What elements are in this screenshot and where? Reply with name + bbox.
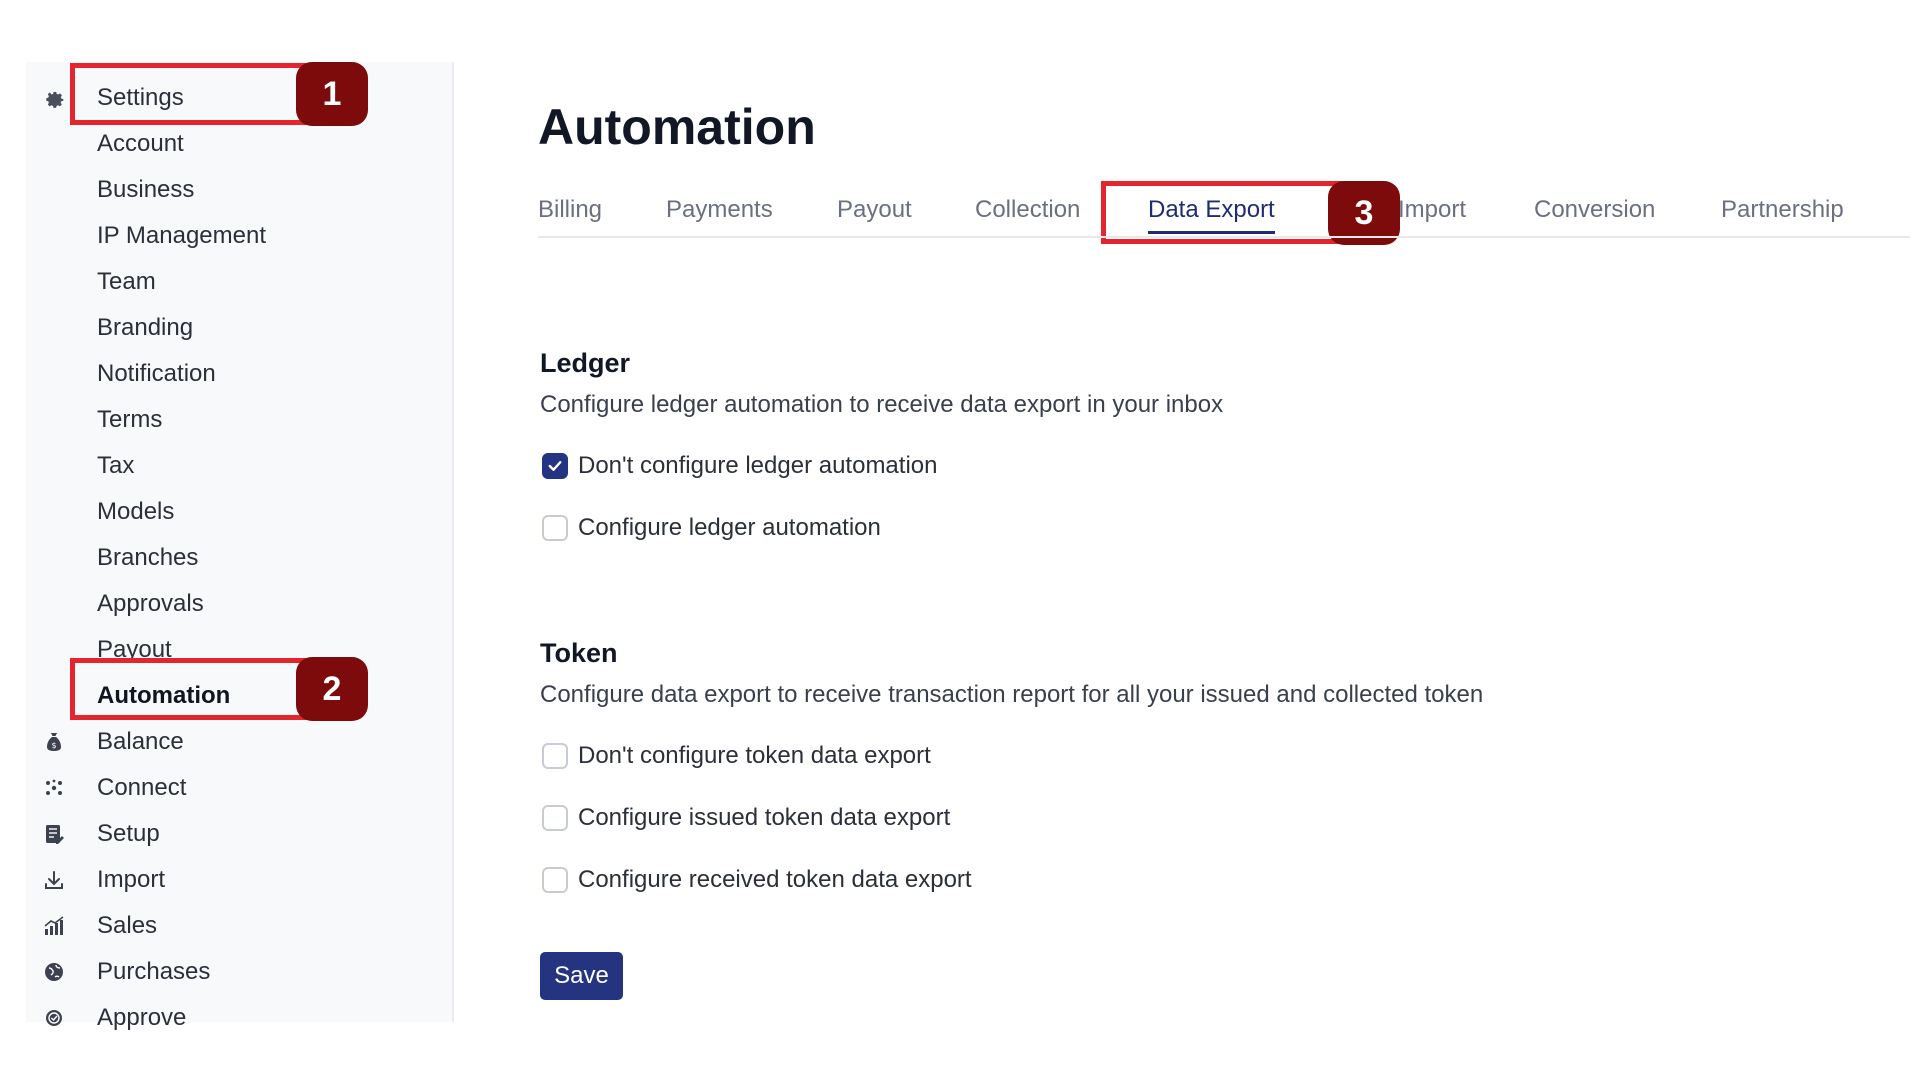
sidebar-item-label: Balance	[97, 728, 184, 755]
gear-icon	[40, 84, 68, 112]
sidebar-item-branding[interactable]: Branding	[26, 306, 446, 350]
annotation-badge-1: 1	[296, 62, 368, 126]
option-label: Configure received token data export	[578, 866, 972, 893]
sidebar-item-setup[interactable]: Setup	[26, 812, 446, 856]
save-button[interactable]: Save	[540, 952, 623, 1000]
sidebar-item-label: Approve	[97, 1004, 187, 1031]
ledger-option-dont-configure[interactable]: Don't configure ledger automation	[542, 450, 937, 482]
checkmark-icon	[548, 461, 562, 471]
sidebar-item-connect[interactable]: Connect	[26, 766, 446, 810]
option-label: Configure issued token data export	[578, 804, 951, 831]
tab-billing[interactable]: Billing	[538, 196, 602, 224]
sidebar-item-label: Import	[97, 866, 166, 893]
token-section-description: Configure data export to receive transac…	[540, 681, 1484, 708]
tab-bar: Billing Payments Payout Collection Data …	[538, 188, 1910, 238]
tab-partnership[interactable]: Partnership	[1721, 196, 1844, 224]
page-title: Automation	[538, 99, 816, 155]
setup-icon	[40, 820, 68, 848]
sidebar-item-label: Account	[97, 130, 184, 157]
tab-data-export[interactable]: Data Export	[1148, 196, 1275, 234]
tab-payments[interactable]: Payments	[666, 196, 773, 224]
sidebar-item-label: Branches	[97, 544, 199, 571]
download-icon	[40, 866, 68, 894]
option-label: Configure ledger automation	[578, 514, 881, 541]
token-section-title: Token	[540, 638, 618, 668]
sidebar-item-label: Setup	[97, 820, 160, 847]
token-option-issued[interactable]: Configure issued token data export	[542, 802, 950, 834]
sidebar-item-label: Sales	[97, 912, 158, 939]
sidebar-item-label: Models	[97, 498, 175, 525]
tab-payout[interactable]: Payout	[837, 196, 912, 224]
sidebar-item-label: Connect	[97, 774, 187, 801]
check-circle-icon	[40, 1004, 68, 1032]
svg-text:$: $	[51, 741, 56, 750]
annotation-box-1	[70, 63, 317, 125]
sidebar-item-business[interactable]: Business	[26, 168, 446, 212]
sidebar-item-sales[interactable]: Sales	[26, 904, 446, 948]
globe-icon	[40, 958, 68, 986]
token-option-dont-configure[interactable]: Don't configure token data export	[542, 740, 931, 772]
sidebar-item-tax[interactable]: Tax	[26, 444, 446, 488]
ledger-section-title: Ledger	[540, 348, 631, 378]
token-option-received[interactable]: Configure received token data export	[542, 864, 972, 896]
option-label: Don't configure token data export	[578, 742, 931, 769]
sidebar-item-terms[interactable]: Terms	[26, 398, 446, 442]
sidebar: Settings Account Business IP Management …	[26, 62, 454, 1031]
sidebar-item-approvals[interactable]: Approvals	[26, 582, 446, 626]
sidebar-item-label: Approvals	[97, 590, 204, 617]
sidebar-item-branches[interactable]: Branches	[26, 536, 446, 580]
sidebar-item-label: Business	[97, 176, 195, 203]
sidebar-item-models[interactable]: Models	[26, 490, 446, 534]
checkbox[interactable]	[542, 867, 568, 893]
sidebar-item-label: Tax	[97, 452, 135, 479]
money-bag-icon: $	[40, 728, 68, 756]
checkbox-checked[interactable]	[542, 453, 568, 479]
sidebar-item-label: Team	[97, 268, 156, 295]
sidebar-item-ip-management[interactable]: IP Management	[26, 214, 446, 258]
sidebar-item-label: IP Management	[97, 222, 266, 249]
sidebar-item-notification[interactable]: Notification	[26, 352, 446, 396]
ledger-option-configure[interactable]: Configure ledger automation	[542, 512, 881, 544]
ledger-section-description: Configure ledger automation to receive d…	[540, 391, 1224, 418]
checkbox[interactable]	[542, 743, 568, 769]
sidebar-item-balance[interactable]: $ Balance	[26, 720, 446, 764]
tab-collection[interactable]: Collection	[975, 196, 1080, 224]
checkbox[interactable]	[542, 805, 568, 831]
sidebar-item-team[interactable]: Team	[26, 260, 446, 304]
tab-conversion[interactable]: Conversion	[1534, 196, 1655, 224]
sidebar-item-import[interactable]: Import	[26, 858, 446, 902]
checkbox[interactable]	[542, 515, 568, 541]
sidebar-item-label: Purchases	[97, 958, 211, 985]
sidebar-item-purchases[interactable]: Purchases	[26, 950, 446, 994]
tab-import[interactable]: Import	[1398, 196, 1466, 224]
chart-icon	[40, 912, 68, 940]
annotation-box-2	[70, 658, 317, 720]
sidebar-item-approve[interactable]: Approve	[26, 996, 446, 1040]
sidebar-item-label: Terms	[97, 406, 163, 433]
connect-icon	[40, 774, 68, 802]
sidebar-item-account[interactable]: Account	[26, 122, 446, 166]
sidebar-item-label: Branding	[97, 314, 194, 341]
sidebar-item-label: Notification	[97, 360, 216, 387]
annotation-badge-2: 2	[296, 657, 368, 721]
option-label: Don't configure ledger automation	[578, 452, 938, 479]
